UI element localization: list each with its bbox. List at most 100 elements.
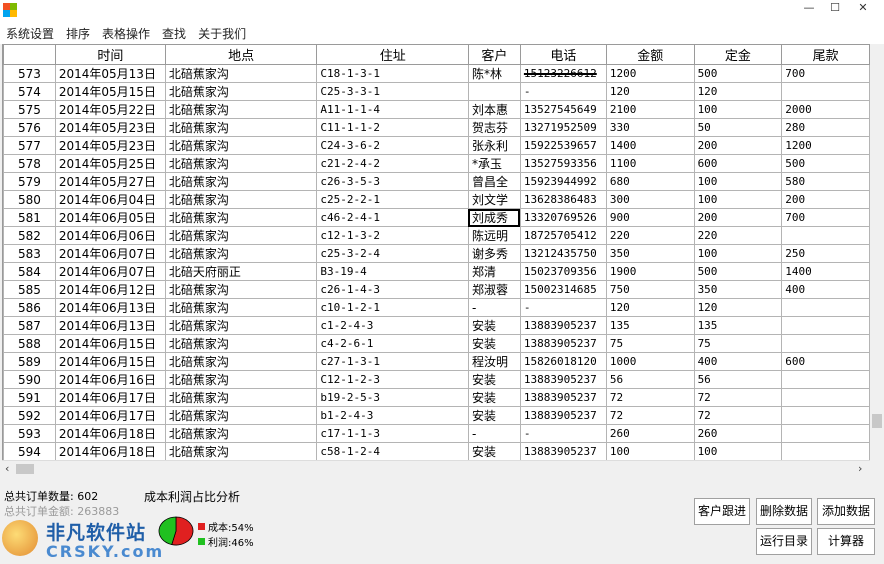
cell-deposit[interactable]: 75: [693, 334, 783, 353]
cell-address[interactable]: c25-3-2-4: [316, 244, 469, 263]
horizontal-scrollbar[interactable]: ‹ ›: [2, 460, 870, 476]
cell-customer[interactable]: 刘文学: [467, 190, 521, 209]
cell-customer[interactable]: 刘成秀: [467, 208, 521, 227]
cell-place[interactable]: 北碚蕉家沟: [164, 136, 318, 155]
cell-customer[interactable]: 安装: [467, 388, 521, 407]
cell-place[interactable]: 北碚蕉家沟: [164, 244, 318, 263]
cell-deposit[interactable]: 350: [693, 280, 783, 299]
cell-deposit[interactable]: 500: [693, 64, 783, 83]
col-header-index[interactable]: [3, 44, 56, 65]
cell-amount[interactable]: 72: [605, 406, 695, 425]
cell-amount[interactable]: 1200: [605, 64, 695, 83]
cell-balance[interactable]: 700: [781, 208, 870, 227]
cell-index[interactable]: 585: [3, 280, 56, 299]
cell-phone[interactable]: 13527593356: [519, 154, 607, 173]
cell-deposit[interactable]: 72: [693, 388, 783, 407]
table-row[interactable]: 573 2014年05月13日 北碚蕉家沟 C18-1-3-1 陈*林 151232266…: [3, 64, 870, 83]
cell-amount[interactable]: 75: [605, 334, 695, 353]
cell-address[interactable]: c17-1-1-3: [316, 424, 469, 443]
cell-phone[interactable]: 15023709356: [519, 262, 607, 281]
cell-customer[interactable]: 郑淑蓉: [467, 280, 521, 299]
cell-date[interactable]: 2014年06月12日: [54, 280, 166, 299]
cell-phone[interactable]: -: [519, 424, 607, 443]
cell-place[interactable]: 北碚蕉家沟: [164, 280, 318, 299]
col-header-deposit[interactable]: 定金: [693, 44, 783, 65]
col-header-balance[interactable]: 尾款: [781, 44, 870, 65]
table-row[interactable]: 582 2014年06月06日 北碚蕉家沟 c12-1-3-2 陈远明 187257054…: [3, 226, 870, 245]
cell-phone[interactable]: 13883905237: [519, 388, 607, 407]
cell-phone[interactable]: 13628386483: [519, 190, 607, 209]
col-header-phone[interactable]: 电话: [519, 44, 607, 65]
cell-customer[interactable]: -: [467, 298, 521, 317]
customer-follow-button[interactable]: 客户跟进: [694, 498, 750, 525]
cell-deposit[interactable]: 500: [693, 262, 783, 281]
cell-place[interactable]: 北碚蕉家沟: [164, 388, 318, 407]
cell-index[interactable]: 589: [3, 352, 56, 371]
cell-place[interactable]: 北碚蕉家沟: [164, 352, 318, 371]
col-header-place[interactable]: 地点: [164, 44, 318, 65]
cell-amount[interactable]: 100: [605, 442, 695, 460]
data-grid[interactable]: 时间 地点 住址 客户 电话 金额 定金 尾款 573 2014年05月13日 北碚…: [2, 44, 870, 460]
cell-balance[interactable]: [781, 316, 870, 335]
cell-amount[interactable]: 350: [605, 244, 695, 263]
table-row[interactable]: 590 2014年06月16日 北碚蕉家沟 C12-1-2-3 安装 1388390523…: [3, 370, 870, 389]
cell-address[interactable]: C18-1-3-1: [316, 64, 469, 83]
cell-address[interactable]: A11-1-1-4: [316, 100, 469, 119]
table-row[interactable]: 575 2014年05月22日 北碚蕉家沟 A11-1-1-4 刘本惠 135275456…: [3, 100, 870, 119]
cell-address[interactable]: c46-2-4-1: [316, 208, 469, 227]
cell-customer[interactable]: -: [467, 424, 521, 443]
cell-address[interactable]: b19-2-5-3: [316, 388, 469, 407]
cell-address[interactable]: B3-19-4: [316, 262, 469, 281]
cell-balance[interactable]: [781, 424, 870, 443]
cell-phone[interactable]: 13883905237: [519, 442, 607, 460]
table-row[interactable]: 576 2014年05月23日 北碚蕉家沟 C11-1-1-2 贺志芬 132719525…: [3, 118, 870, 137]
cell-customer[interactable]: 安装: [467, 442, 521, 460]
cell-date[interactable]: 2014年05月15日: [54, 82, 166, 101]
cell-date[interactable]: 2014年06月18日: [54, 424, 166, 443]
cell-phone[interactable]: 15123226612: [519, 64, 607, 83]
cell-phone[interactable]: 15923944992: [519, 172, 607, 191]
cell-index[interactable]: 583: [3, 244, 56, 263]
table-row[interactable]: 578 2014年05月25日 北碚蕉家沟 c21-2-4-2 *承玉 135275933…: [3, 154, 870, 173]
cell-place[interactable]: 北碚蕉家沟: [164, 154, 318, 173]
minimize-button[interactable]: —: [796, 0, 822, 18]
col-header-date[interactable]: 时间: [54, 44, 166, 65]
cell-balance[interactable]: [781, 82, 870, 101]
cell-balance[interactable]: 280: [781, 118, 870, 137]
cell-amount[interactable]: 1000: [605, 352, 695, 371]
cell-deposit[interactable]: 100: [693, 244, 783, 263]
cell-place[interactable]: 北碚蕉家沟: [164, 190, 318, 209]
cell-deposit[interactable]: 120: [693, 82, 783, 101]
cell-place[interactable]: 北碚蕉家沟: [164, 334, 318, 353]
cell-address[interactable]: C11-1-1-2: [316, 118, 469, 137]
cell-date[interactable]: 2014年06月05日: [54, 208, 166, 227]
cell-phone[interactable]: 13527545649: [519, 100, 607, 119]
cell-deposit[interactable]: 200: [693, 136, 783, 155]
scroll-left-icon[interactable]: ‹: [5, 462, 9, 475]
cell-balance[interactable]: [781, 406, 870, 425]
cell-address[interactable]: c4-2-6-1: [316, 334, 469, 353]
cell-amount[interactable]: 2100: [605, 100, 695, 119]
cell-deposit[interactable]: 100: [693, 172, 783, 191]
cell-deposit[interactable]: 400: [693, 352, 783, 371]
cell-customer[interactable]: 安装: [467, 406, 521, 425]
table-row[interactable]: 580 2014年06月04日 北碚蕉家沟 c25-2-2-1 刘文学 136283864…: [3, 190, 870, 209]
cell-phone[interactable]: 18725705412: [519, 226, 607, 245]
table-row[interactable]: 585 2014年06月12日 北碚蕉家沟 c26-1-4-3 郑淑蓉 150023146…: [3, 280, 870, 299]
cell-index[interactable]: 578: [3, 154, 56, 173]
cell-balance[interactable]: 200: [781, 190, 870, 209]
cell-index[interactable]: 584: [3, 262, 56, 281]
cell-customer[interactable]: 安装: [467, 316, 521, 335]
cell-deposit[interactable]: 260: [693, 424, 783, 443]
cell-customer[interactable]: *承玉: [467, 154, 521, 173]
cell-balance[interactable]: [781, 226, 870, 245]
cell-place[interactable]: 北碚蕉家沟: [164, 226, 318, 245]
cell-date[interactable]: 2014年05月27日: [54, 172, 166, 191]
close-button[interactable]: ✕: [850, 0, 876, 18]
cell-index[interactable]: 577: [3, 136, 56, 155]
cell-address[interactable]: c25-2-2-1: [316, 190, 469, 209]
cell-place[interactable]: 北碚天府丽正: [164, 262, 318, 281]
cell-date[interactable]: 2014年05月23日: [54, 118, 166, 137]
cell-place[interactable]: 北碚蕉家沟: [164, 298, 318, 317]
cell-index[interactable]: 575: [3, 100, 56, 119]
